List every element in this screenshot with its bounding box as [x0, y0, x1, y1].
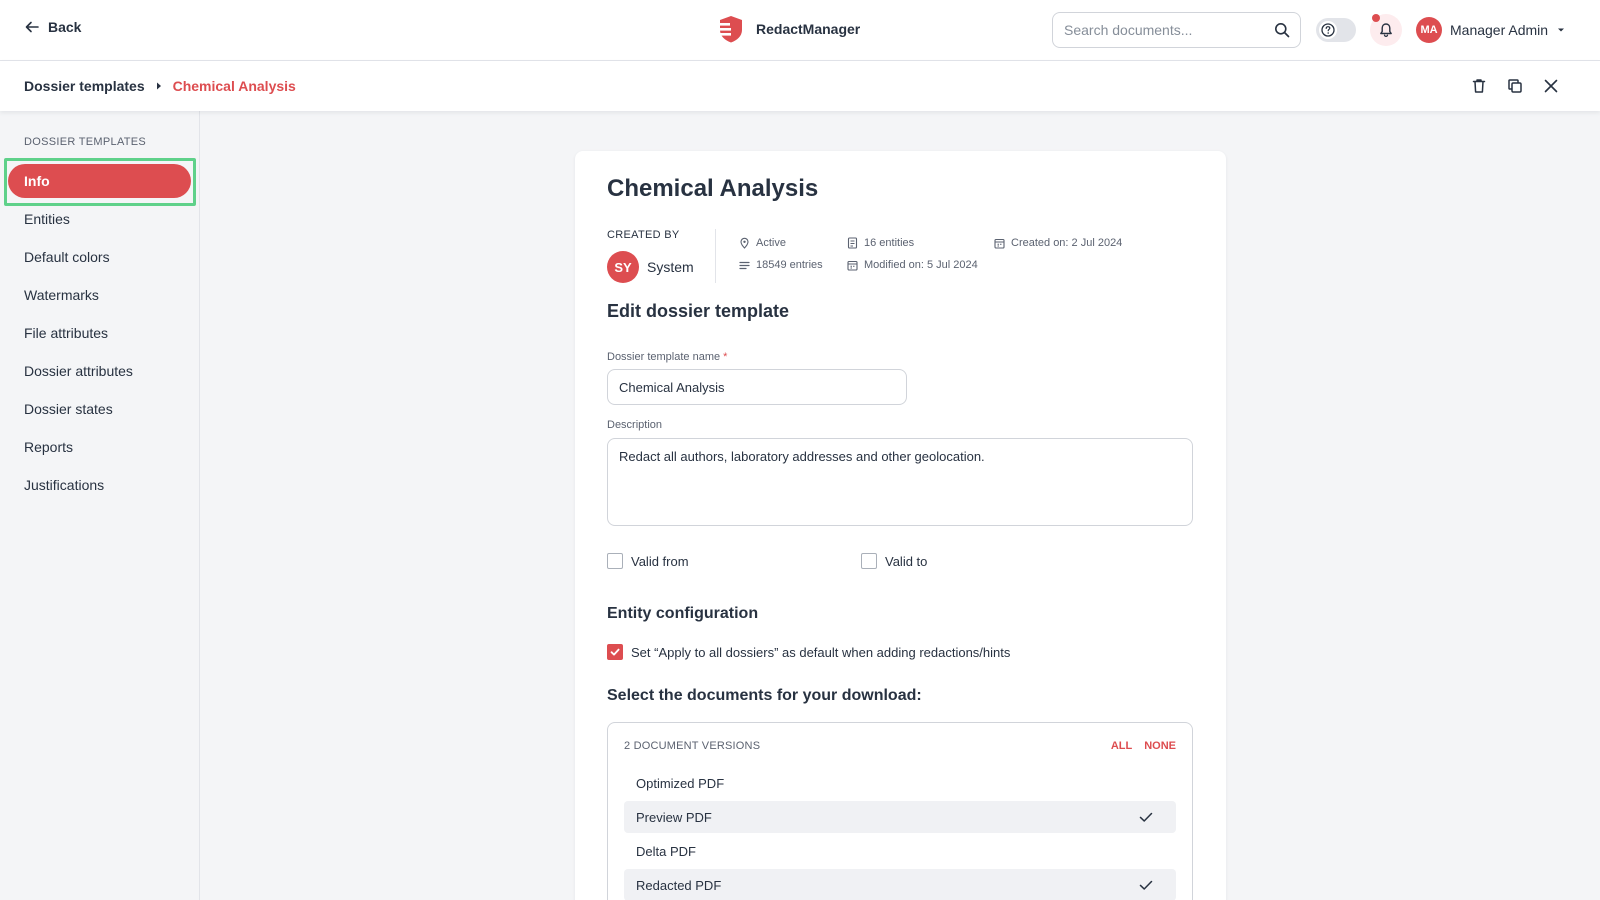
- template-info-card: Chemical Analysis CREATED BY SY System A…: [575, 151, 1226, 900]
- app-brand[interactable]: RedactManager: [716, 14, 860, 44]
- back-label: Back: [48, 19, 82, 35]
- apply-all-checkbox[interactable]: Set “Apply to all dossiers” as default w…: [607, 644, 1010, 660]
- search-icon[interactable]: [1274, 22, 1290, 38]
- download-options: 2 DOCUMENT VERSIONS ALL NONE Optimized P…: [607, 722, 1193, 900]
- creator-avatar: SY: [607, 251, 639, 283]
- calendar-icon: [994, 238, 1005, 249]
- created-by-label: CREATED BY: [607, 229, 680, 241]
- sidebar-item-reports[interactable]: Reports: [8, 430, 191, 464]
- valid-to-label: Valid to: [885, 553, 928, 569]
- checkbox-box[interactable]: [861, 553, 877, 569]
- sidebar-item-justifications[interactable]: Justifications: [8, 468, 191, 502]
- calendar-icon: [847, 260, 858, 271]
- entities-count: 16 entities: [864, 237, 915, 249]
- user-menu[interactable]: MA Manager Admin: [1416, 17, 1566, 43]
- back-button[interactable]: Back: [24, 19, 81, 35]
- sidebar-item-watermarks[interactable]: Watermarks: [8, 278, 191, 312]
- sidebar-title: DOSSIER TEMPLATES: [24, 136, 147, 148]
- list-icon: [739, 260, 750, 271]
- sidebar-item-dossier-states[interactable]: Dossier states: [8, 392, 191, 426]
- chevron-down-icon: [1556, 25, 1566, 35]
- option-label: Preview PDF: [636, 809, 712, 825]
- status-stat: Active: [739, 237, 786, 249]
- template-actions: [1470, 77, 1560, 95]
- sidebar-item-file-attributes[interactable]: File attributes: [8, 316, 191, 350]
- entities-icon: [847, 237, 858, 249]
- entity-config-title: Entity configuration: [607, 605, 759, 622]
- user-name: Manager Admin: [1450, 22, 1549, 38]
- search-input[interactable]: [1053, 13, 1263, 47]
- modified-date: Modified on: 5 Jul 2024: [864, 259, 978, 271]
- status-text: Active: [756, 237, 786, 249]
- page-title: Chemical Analysis: [607, 175, 819, 202]
- breadcrumb-current[interactable]: Chemical Analysis: [173, 78, 296, 94]
- caret-right-icon: [155, 81, 163, 91]
- valid-from-label: Valid from: [631, 553, 689, 569]
- entries-count: 18549 entries: [756, 259, 823, 271]
- download-option-optimized-pdf[interactable]: Optimized PDF: [624, 767, 1176, 799]
- modified-stat: Modified on: 5 Jul 2024: [847, 259, 978, 271]
- breadcrumb: Dossier templates Chemical Analysis: [24, 78, 296, 94]
- close-icon[interactable]: [1542, 77, 1560, 95]
- option-label: Optimized PDF: [636, 775, 725, 791]
- divider: [715, 229, 716, 283]
- notification-dot: [1372, 14, 1380, 22]
- app-name: RedactManager: [756, 21, 861, 37]
- sidebar-item-dossier-attributes[interactable]: Dossier attributes: [8, 354, 191, 388]
- template-name-input[interactable]: [607, 369, 907, 405]
- sidebar-item-info[interactable]: Info: [8, 164, 191, 198]
- creator-name: System: [647, 259, 694, 275]
- template-name-label-text: Dossier template name: [607, 351, 721, 363]
- entries-stat: 18549 entries: [739, 259, 823, 271]
- checkmark-icon: [1138, 877, 1154, 893]
- checkmark-icon: [1138, 809, 1154, 825]
- copy-icon[interactable]: [1506, 77, 1524, 95]
- document-versions-count: 2 DOCUMENT VERSIONS: [624, 740, 761, 752]
- sidebar: DOSSIER TEMPLATES Info Entities Default …: [0, 111, 200, 900]
- select-all-link[interactable]: ALL: [1111, 740, 1132, 752]
- user-avatar: MA: [1416, 17, 1442, 43]
- download-option-delta-pdf[interactable]: Delta PDF: [624, 835, 1176, 867]
- download-title: Select the documents for your download:: [607, 687, 922, 704]
- description-textarea[interactable]: Redact all authors, laboratory addresses…: [607, 438, 1193, 526]
- description-label: Description: [607, 419, 663, 431]
- required-mark: *: [723, 351, 728, 363]
- help-mode-toggle[interactable]: [1316, 18, 1356, 42]
- sub-header: Dossier templates Chemical Analysis: [0, 61, 1600, 111]
- top-bar: Back RedactManager MA Manager Ad: [0, 0, 1600, 61]
- valid-from-checkbox[interactable]: Valid from: [607, 553, 689, 569]
- creator: SY System: [607, 251, 694, 283]
- sidebar-item-default-colors[interactable]: Default colors: [8, 240, 191, 274]
- location-pin-icon: [739, 237, 750, 249]
- checkbox-box[interactable]: [607, 553, 623, 569]
- created-stat: Created on: 2 Jul 2024: [994, 237, 1122, 249]
- valid-to-checkbox[interactable]: Valid to: [861, 553, 927, 569]
- breadcrumb-dossier-templates[interactable]: Dossier templates: [24, 78, 145, 94]
- notifications-button[interactable]: [1370, 14, 1402, 46]
- search-box: [1052, 12, 1301, 48]
- entities-stat: 16 entities: [847, 237, 914, 249]
- select-links: ALL NONE: [1111, 740, 1176, 752]
- edit-section-title: Edit dossier template: [607, 301, 790, 321]
- template-name-label: Dossier template name *: [607, 351, 727, 363]
- option-label: Delta PDF: [636, 843, 696, 859]
- logo-icon: [716, 14, 746, 44]
- arrow-left-icon: [24, 19, 40, 35]
- created-date: Created on: 2 Jul 2024: [1011, 237, 1123, 249]
- bell-icon: [1378, 22, 1394, 38]
- download-option-redacted-pdf[interactable]: Redacted PDF: [624, 869, 1176, 900]
- trash-icon[interactable]: [1470, 77, 1488, 95]
- option-label: Redacted PDF: [636, 877, 722, 893]
- help-icon: [1319, 21, 1337, 39]
- checkmark-icon: [610, 648, 620, 656]
- sidebar-item-entities[interactable]: Entities: [8, 202, 191, 236]
- download-option-preview-pdf[interactable]: Preview PDF: [624, 801, 1176, 833]
- apply-all-label: Set “Apply to all dossiers” as default w…: [631, 644, 1011, 660]
- checkbox-box-checked[interactable]: [607, 644, 623, 660]
- select-none-link[interactable]: NONE: [1144, 740, 1176, 752]
